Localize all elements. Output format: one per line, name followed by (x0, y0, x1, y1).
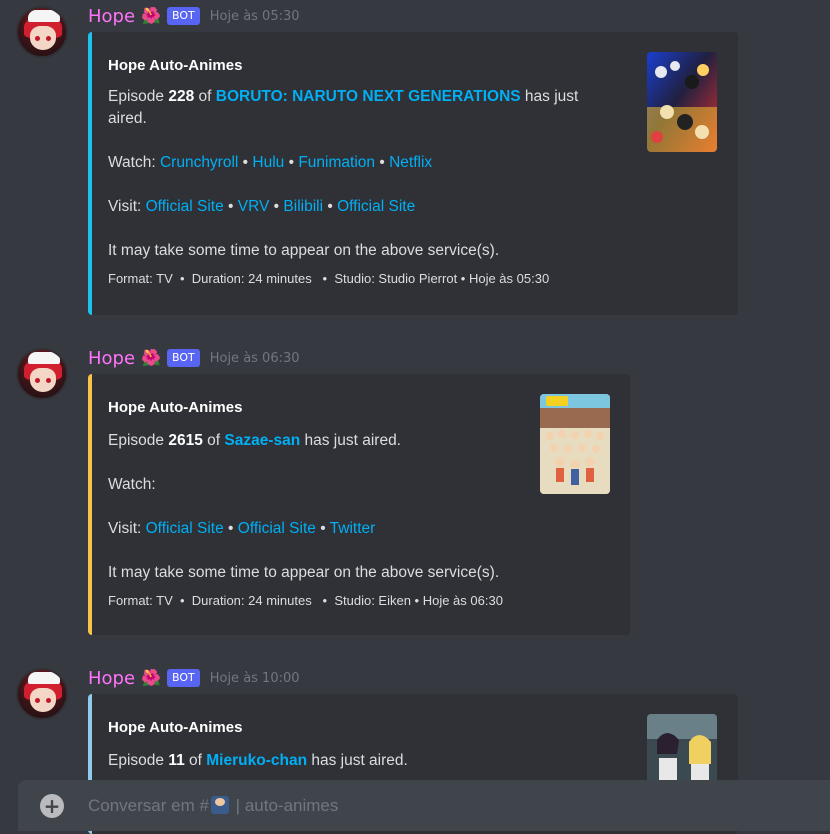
message-header: Hope 🌺 BOT Hoje às 05:30 (88, 4, 300, 28)
watch-link-crunchyroll[interactable]: Crunchyroll (160, 154, 238, 171)
anime-thumbnail[interactable] (540, 394, 610, 494)
message-timestamp[interactable]: Hoje às 05:30 (210, 9, 300, 24)
embed-title: Hope Auto-Animes (108, 399, 243, 416)
channel-emoji-icon (210, 795, 229, 814)
embed-note: It may take some time to appear on the a… (108, 242, 500, 259)
embed-note: It may take some time to appear on the a… (108, 564, 500, 581)
embed-title: Hope Auto-Animes (108, 57, 243, 74)
username[interactable]: Hope (88, 668, 135, 689)
visit-line: Visit: Official Site • Official Site • T… (108, 520, 376, 537)
watch-link-funimation[interactable]: Funimation (298, 154, 375, 171)
watch-label: Watch: (108, 154, 160, 171)
message-header: Hope 🌺 BOT Hoje às 06:30 (88, 346, 300, 370)
embed-footer: Format: TV • Duration: 24 minutes • Stud… (108, 271, 550, 286)
aired-suffix-2: aired. (108, 110, 147, 127)
visit-line: Visit: Official Site • VRV • Bilibili • … (108, 198, 416, 215)
visit-link-official-site[interactable]: Official Site (146, 198, 224, 215)
embed-episode-line: Episode 2615 of Sazae-san has just aired… (108, 430, 614, 452)
episode-prefix: Episode (108, 432, 169, 449)
visit-link-twitter[interactable]: Twitter (330, 520, 376, 537)
watch-link-hulu[interactable]: Hulu (252, 154, 284, 171)
user-avatar[interactable] (16, 348, 68, 400)
user-avatar[interactable] (16, 668, 68, 720)
episode-number: 11 (168, 752, 185, 769)
watch-line: Watch: (108, 474, 614, 496)
embed-episode-line: Episode 228 of BORUTO: NARUTO NEXT GENER… (108, 86, 608, 130)
plus-circle-icon[interactable]: + (40, 793, 64, 818)
episode-of: of (202, 432, 225, 449)
visit-link-official-site-2[interactable]: Official Site (238, 520, 316, 537)
aired-suffix: has just aired. (307, 752, 408, 769)
message-input-bar[interactable]: + Conversar em # | auto-animes (18, 780, 830, 831)
visit-label: Visit: (108, 198, 146, 215)
placeholder-prefix: Conversar em # (88, 795, 209, 815)
anime-link[interactable]: Sazae-san (224, 432, 300, 449)
message-2: Hope 🌺 BOT Hoje às 06:30 Hope Auto-Anime… (0, 344, 830, 644)
episode-of: of (194, 88, 216, 105)
embed-episode-line: Episode 11 of Mieruko-chan has just aire… (108, 750, 722, 772)
bot-badge: BOT (166, 669, 200, 687)
aired-suffix: has just (520, 88, 579, 105)
watch-link-netflix[interactable]: Netflix (389, 154, 432, 171)
anime-thumbnail[interactable] (647, 52, 717, 152)
username[interactable]: Hope (88, 348, 135, 369)
username[interactable]: Hope (88, 6, 135, 27)
episode-prefix: Episode (108, 752, 169, 769)
visit-label: Visit: (108, 520, 146, 537)
embed-title: Hope Auto-Animes (108, 719, 243, 736)
episode-number: 228 (168, 88, 195, 105)
channel-name: auto-animes (244, 795, 339, 815)
watch-line: Watch: Crunchyroll • Hulu • Funimation •… (108, 154, 433, 171)
anime-embed: Hope Auto-Animes Episode 228 of BORUTO: … (88, 32, 738, 315)
episode-number: 2615 (168, 432, 203, 449)
visit-link-vrv[interactable]: VRV (238, 198, 270, 215)
message-timestamp[interactable]: Hoje às 10:00 (210, 671, 300, 686)
episode-of: of (184, 752, 207, 769)
message-1: Hope 🌺 BOT Hoje às 05:30 Hope Auto-Anime… (0, 2, 830, 322)
hibiscus-icon: 🌺 (141, 668, 161, 687)
hibiscus-icon: 🌺 (141, 348, 161, 367)
aired-suffix: has just aired. (300, 432, 401, 449)
episode-prefix: Episode (108, 88, 169, 105)
embed-footer: Format: TV • Duration: 24 minutes • Stud… (108, 593, 503, 608)
message-input-placeholder[interactable]: Conversar em # | auto-animes (88, 795, 339, 816)
message-timestamp[interactable]: Hoje às 06:30 (210, 351, 300, 366)
visit-link-official-site-2[interactable]: Official Site (337, 198, 415, 215)
message-header: Hope 🌺 BOT Hoje às 10:00 (88, 666, 300, 690)
anime-link[interactable]: BORUTO: NARUTO NEXT GENERATIONS (216, 88, 521, 105)
anime-thumbnail[interactable] (647, 714, 717, 784)
hibiscus-icon: 🌺 (141, 6, 161, 25)
channel-divider: | (235, 795, 241, 815)
bot-badge: BOT (166, 7, 200, 25)
anime-embed: Hope Auto-Animes Episode 2615 of Sazae-s… (88, 374, 630, 635)
visit-link-bilibili[interactable]: Bilibili (283, 198, 323, 215)
anime-link[interactable]: Mieruko-chan (206, 752, 307, 769)
message-3: Hope 🌺 BOT Hoje às 10:00 Hope Auto-Anime… (0, 664, 830, 834)
watch-label: Watch: (108, 476, 156, 493)
bot-badge: BOT (166, 349, 200, 367)
user-avatar[interactable] (16, 6, 68, 58)
visit-link-official-site[interactable]: Official Site (146, 520, 224, 537)
